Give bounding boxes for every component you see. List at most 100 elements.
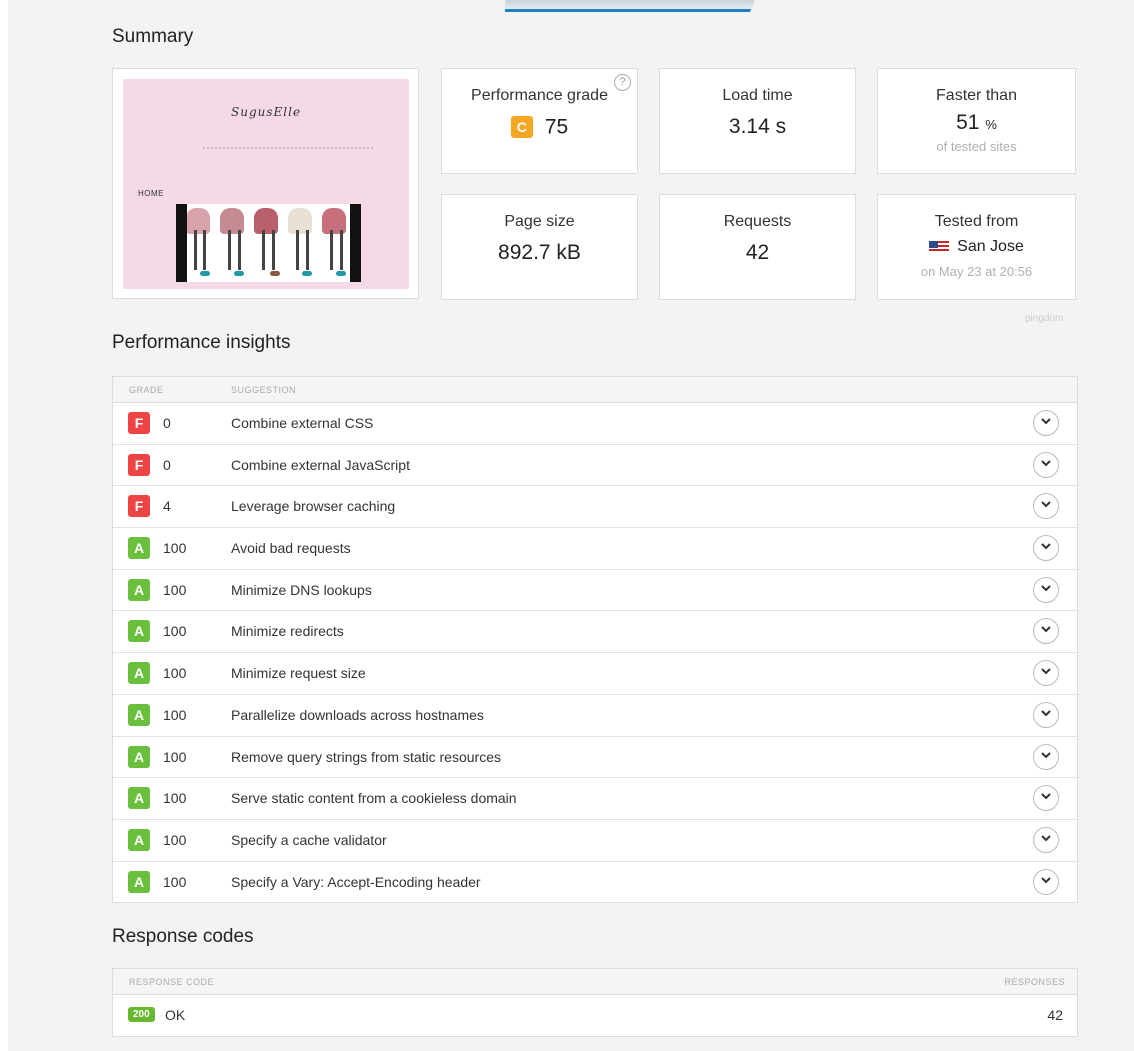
suggestion-text: Specify a Vary: Accept-Encoding header — [231, 873, 481, 890]
chevron-down-icon — [1041, 875, 1051, 887]
expand-button[interactable] — [1033, 785, 1059, 812]
suggestion-text: Leverage browser caching — [231, 498, 396, 515]
suggestion-text: Combine external CSS — [231, 415, 374, 431]
expand-button[interactable] — [1033, 868, 1059, 895]
performance-grade-value: 75 — [544, 115, 569, 139]
expand-button[interactable] — [1033, 660, 1059, 687]
chevron-down-icon — [1041, 541, 1051, 553]
grade-badge: A — [128, 745, 150, 768]
insights-title: Performance insights — [112, 332, 291, 353]
screenshot-slideshow — [176, 204, 361, 282]
pingdom-logo: pingdom — [1025, 313, 1064, 324]
score-value: 100 — [163, 831, 187, 848]
insight-row[interactable]: A 100 Specify a Vary: Accept-Encoding head… — [113, 862, 1077, 903]
insight-row[interactable]: F 0 Combine external CSS — [113, 403, 1077, 445]
screenshot-nav — [203, 147, 373, 151]
chevron-down-icon — [1041, 750, 1051, 762]
response-code-column-header: RESPONSE CODE — [129, 977, 215, 987]
score-value: 100 — [163, 748, 187, 765]
insight-row[interactable]: F 4 Leverage browser caching — [113, 486, 1077, 529]
expand-button[interactable] — [1033, 826, 1059, 853]
summary-title: Summary — [112, 26, 194, 47]
status-code-badge: 200 — [128, 1007, 155, 1022]
score-value: 0 — [163, 415, 171, 431]
score-value: 100 — [163, 790, 187, 807]
expand-button[interactable] — [1033, 701, 1059, 728]
grade-badge: F — [128, 495, 150, 518]
tested-from-date: on May 23 at 20:56 — [920, 264, 1033, 279]
insights-rows: F 0 Combine external CSS F 0 Combine external… — [113, 403, 1077, 902]
page-size-card: Page size 892.7 kB — [441, 194, 638, 300]
screenshot-logo: SugusElle — [231, 105, 302, 119]
performance-grade-card: ? Performance grade C 75 — [441, 68, 638, 174]
expand-button[interactable] — [1033, 493, 1059, 520]
suggestion-text: Minimize redirects — [231, 623, 344, 640]
insight-row[interactable]: A 100 Minimize DNS lookups — [113, 570, 1077, 612]
insights-table: GRADE SUGGESTION F 0 Combine external CSS F… — [112, 376, 1078, 904]
performance-grade-title: Performance grade — [471, 87, 608, 104]
grade-badge: F — [128, 453, 150, 476]
chevron-down-icon — [1041, 666, 1051, 678]
score-value: 100 — [163, 873, 187, 890]
expand-button[interactable] — [1033, 576, 1059, 603]
insight-row[interactable]: A 100 Avoid bad requests — [113, 528, 1077, 570]
chevron-down-icon — [1041, 458, 1051, 470]
slideshow-left-bar — [176, 204, 187, 282]
suggestion-text: Specify a cache validator — [231, 831, 387, 848]
grade-badge: A — [128, 787, 150, 810]
chevron-down-icon — [1041, 708, 1051, 720]
grade-badge: A — [128, 828, 150, 851]
expand-button[interactable] — [1033, 618, 1059, 645]
suggestion-text: Parallelize downloads across hostnames — [231, 706, 484, 723]
screenshot-home-label: HOME — [138, 189, 164, 198]
score-value: 100 — [163, 665, 187, 682]
response-codes-header: RESPONSE CODE RESPONSES — [113, 969, 1077, 995]
response-code-row: 200 OK 42 — [113, 995, 1077, 1036]
requests-title: Requests — [723, 213, 792, 230]
response-codes-title: Response codes — [112, 926, 254, 947]
expand-button[interactable] — [1033, 451, 1059, 478]
slideshow-right-bar — [350, 204, 361, 282]
grade-badge: A — [128, 578, 150, 601]
load-time-title: Load time — [722, 87, 793, 104]
insights-table-header: GRADE SUGGESTION — [113, 377, 1077, 403]
grade-badge: A — [128, 537, 150, 560]
expand-button[interactable] — [1033, 410, 1059, 436]
tested-from-title: Tested from — [934, 213, 1019, 230]
response-codes-table: RESPONSE CODE RESPONSES 200 OK 42 — [112, 968, 1078, 1037]
help-icon[interactable]: ? — [614, 74, 631, 91]
insight-row[interactable]: F 0 Combine external JavaScript — [113, 445, 1077, 487]
suggestion-text: Combine external JavaScript — [231, 456, 410, 473]
score-value: 100 — [163, 706, 187, 723]
suggestion-column-header: SUGGESTION — [231, 385, 297, 395]
chevron-down-icon — [1041, 499, 1051, 511]
responses-column-header: RESPONSES — [1004, 977, 1065, 987]
screenshot-image: SugusElle HOME — [123, 79, 409, 289]
grade-badge: F — [128, 412, 150, 434]
chevron-down-icon — [1041, 583, 1051, 595]
suggestion-text: Minimize DNS lookups — [231, 581, 372, 598]
grade-column-header: GRADE — [129, 385, 164, 395]
page-size-title: Page size — [504, 213, 575, 230]
expand-button[interactable] — [1033, 535, 1059, 562]
score-value: 100 — [163, 623, 187, 640]
insight-row[interactable]: A 100 Specify a cache validator — [113, 820, 1077, 862]
insight-row[interactable]: A 100 Parallelize downloads across hostnam… — [113, 695, 1077, 737]
status-code-label: OK — [165, 1007, 186, 1023]
insight-row[interactable]: A 100 Serve static content from a cookiele… — [113, 778, 1077, 820]
chevron-down-icon — [1041, 624, 1051, 636]
score-value: 0 — [163, 456, 171, 473]
faster-than-sub: of tested sites — [936, 139, 1017, 154]
suggestion-text: Remove query strings from static resourc… — [231, 748, 501, 765]
insight-row[interactable]: A 100 Minimize redirects — [113, 611, 1077, 654]
grade-badge: A — [128, 703, 150, 726]
score-value: 4 — [163, 498, 171, 515]
expand-button[interactable] — [1033, 743, 1059, 770]
insight-row[interactable]: A 100 Remove query strings from static res… — [113, 737, 1077, 779]
faster-than-value: 51 — [956, 111, 980, 134]
chevron-down-icon — [1041, 791, 1051, 803]
load-time-card: Load time 3.14 s — [659, 68, 856, 174]
grade-badge: A — [128, 662, 150, 685]
insight-row[interactable]: A 100 Minimize request size — [113, 653, 1077, 695]
requests-value: 42 — [745, 241, 770, 264]
